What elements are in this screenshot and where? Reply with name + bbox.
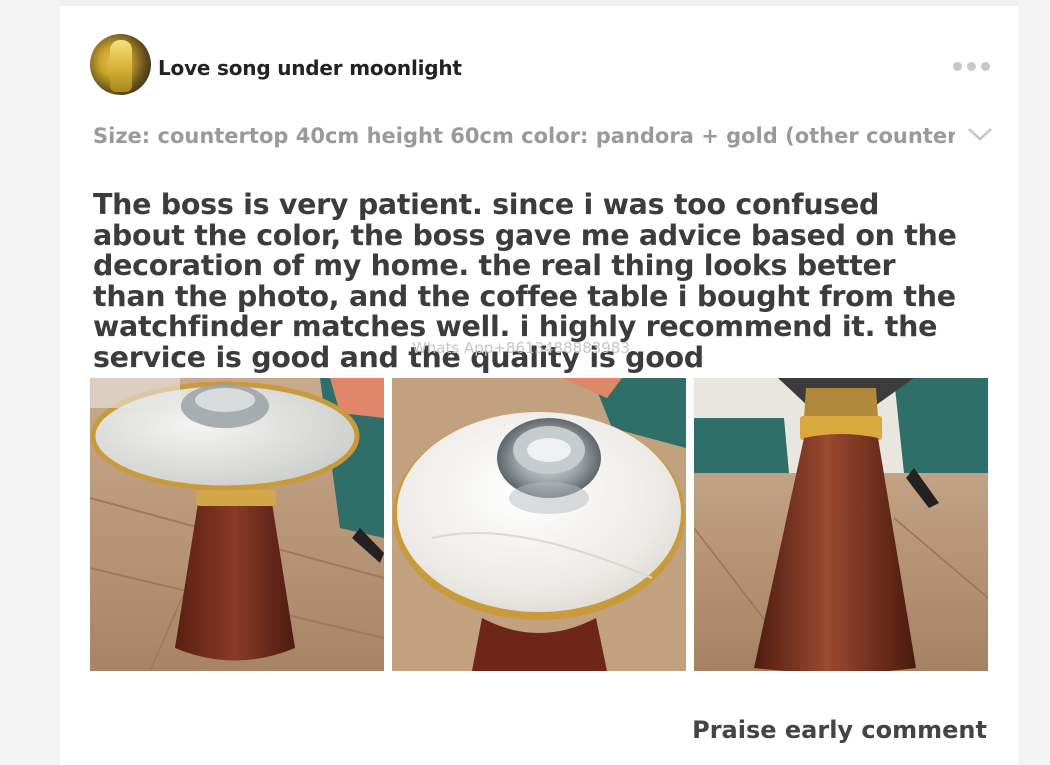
more-options-button[interactable] bbox=[953, 62, 990, 71]
product-spec-row[interactable]: Size: countertop 40cm height 60cm color:… bbox=[93, 122, 993, 154]
watermark-text: Whats App+8613488883983 bbox=[412, 339, 630, 357]
more-dots-icon bbox=[981, 62, 990, 71]
review-photo-3[interactable] bbox=[694, 378, 988, 671]
more-dots-icon bbox=[967, 62, 976, 71]
review-photo-1[interactable] bbox=[90, 378, 384, 671]
praise-comment-link[interactable]: Praise early comment bbox=[692, 716, 987, 744]
table-top-photo bbox=[392, 378, 686, 671]
avatar[interactable] bbox=[90, 34, 151, 95]
avatar-figure bbox=[110, 40, 132, 92]
review-card: Love song under moonlight Size: countert… bbox=[60, 0, 1018, 765]
more-dots-icon bbox=[953, 62, 962, 71]
username[interactable]: Love song under moonlight bbox=[158, 56, 462, 80]
chevron-down-icon[interactable] bbox=[967, 124, 993, 144]
table-base-photo bbox=[694, 378, 988, 671]
product-spec: Size: countertop 40cm height 60cm color:… bbox=[93, 124, 955, 148]
side-table-photo bbox=[90, 378, 384, 671]
review-photo-2[interactable] bbox=[392, 378, 686, 671]
